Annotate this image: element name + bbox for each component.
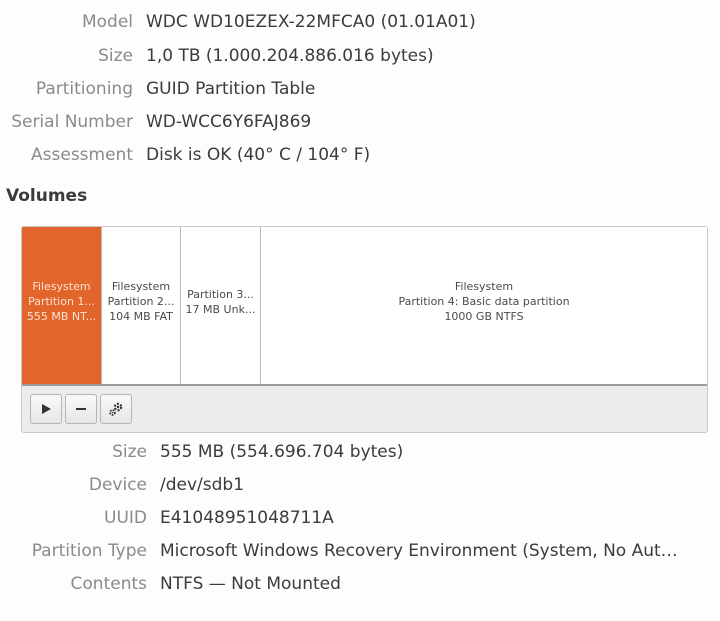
model-label: Model [81, 12, 133, 32]
size-row: Size 1,0 TB (1.000.204.886.016 bytes) [0, 41, 434, 71]
partition-size-row: Size 555 MB (554.696.704 bytes) [0, 437, 403, 467]
partition-3-block[interactable]: Partition 3... 17 MB Unk... [181, 227, 261, 384]
uuid-row: UUID E41048951048711A [0, 503, 334, 533]
partition-1-block[interactable]: Filesystem Partition 1... 555 MB NT... [22, 227, 102, 384]
partition-settings-button[interactable] [100, 394, 132, 424]
gears-icon [109, 402, 123, 416]
assessment-value: Disk is OK (40° C / 104° F) [146, 145, 371, 165]
partition-3-name: Partition 3... [187, 287, 254, 301]
size-label: Size [98, 46, 133, 66]
partition-4-name: Partition 4: Basic data partition [398, 295, 570, 308]
partition-bar: Filesystem Partition 1... 555 MB NT... F… [22, 227, 707, 386]
uuid-value: E41048951048711A [160, 508, 334, 528]
disk-details-panel: Model WDC WD10EZEX-22MFCA0 (01.01A01) Siz… [0, 0, 720, 621]
device-row: Device/dev/sdb1 [0, 470, 244, 500]
assessment-label: Assessment [31, 145, 133, 165]
partition-1-type: Filesystem [32, 280, 91, 293]
partition-3-size: 17 MB Unk... [185, 302, 256, 316]
device-value: /dev/sdb1 [160, 475, 245, 495]
serial-number-label: Serial Number [11, 112, 133, 132]
volume-toolbar [30, 394, 135, 424]
partitioning-value: GUID Partition Table [146, 79, 316, 99]
partition-size-value: 555 MB (554.696.704 bytes) [160, 442, 404, 462]
partition-type-value: Microsoft Windows Recovery Environment (… [160, 541, 678, 561]
serial-number-value: WD-WCC6Y6FAJ869 [146, 112, 312, 132]
serial-number-row: Serial Number WD-WCC6Y6FAJ869 [0, 107, 311, 137]
partition-size-label: Size [112, 442, 147, 462]
partition-2-type: Filesystem [111, 280, 171, 293]
device-label: Device [88, 475, 147, 495]
partition-2-block[interactable]: Filesystem Partition 2... 104 MB FAT [102, 227, 181, 384]
partition-1-size: 555 MB NT... [26, 310, 97, 323]
partition-type-row: Partition Type Microsoft Windows Recovery… [0, 536, 678, 566]
volumes-map: Filesystem Partition 1... 555 MB NT... F… [21, 226, 708, 433]
partition-4-type: Filesystem [454, 280, 514, 293]
contents-row: Contents NTFS — Not Mounted [0, 569, 341, 599]
partition-2-name: Partition 2... [107, 295, 175, 308]
model-value: WDC WD10EZEX-22MFCA0 (01.01A01) [146, 12, 476, 32]
partitioning-row: Partitioning GUID Partition Table [0, 74, 315, 104]
volumes-heading: Volumes [6, 186, 88, 206]
partition-4-block[interactable]: Filesystem Partition 4: Basic data parti… [261, 227, 707, 384]
model-row: Model WDC WD10EZEX-22MFCA0 (01.01A01) [0, 7, 476, 37]
contents-label: Contents [70, 574, 147, 594]
partition-type-label: Partition Type [31, 541, 147, 561]
size-value: 1,0 TB (1.000.204.886.016 bytes) [146, 46, 434, 66]
uuid-label: UUID [104, 508, 147, 528]
delete-partition-button[interactable] [65, 394, 97, 424]
contents-value: NTFS — Not Mounted [160, 574, 341, 594]
assessment-row: Assessment Disk is OK (40° C / 104° F) [0, 140, 370, 170]
partitioning-label: Partitioning [35, 79, 133, 99]
mount-button[interactable] [30, 394, 62, 424]
partition-4-size: 1000 GB NTFS [444, 310, 524, 323]
partition-1-name: Partition 1... [28, 295, 95, 308]
play-icon [42, 404, 51, 414]
minus-icon [76, 408, 86, 410]
partition-2-size: 104 MB FAT [109, 310, 173, 323]
